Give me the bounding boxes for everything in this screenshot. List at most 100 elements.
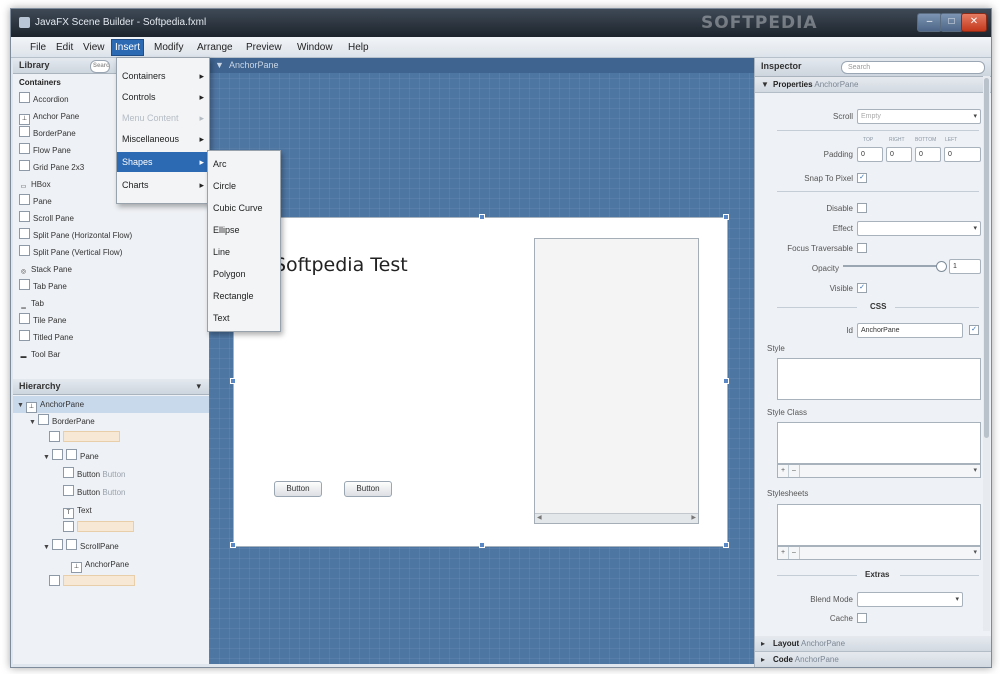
hierarchy-collapse-icon[interactable]: ▾ — [196, 379, 201, 394]
style-class-list[interactable] — [777, 422, 981, 464]
tree-row[interactable]: T Text — [63, 502, 92, 519]
expand-arrow-icon[interactable]: ▼ — [43, 539, 52, 556]
tree-row[interactable]: ▼ Pane — [43, 448, 99, 465]
library-item[interactable]: Tab Pane — [19, 278, 67, 295]
library-item[interactable]: Flow Pane — [19, 142, 71, 159]
add-stylesheet-button[interactable]: + — [778, 547, 789, 559]
menu-view[interactable]: View — [80, 40, 108, 55]
disable-checkbox[interactable] — [857, 203, 867, 213]
library-item[interactable]: BorderPane — [19, 125, 76, 142]
style-textarea[interactable] — [777, 358, 981, 400]
tree-row[interactable]: ▼ BorderPane — [29, 413, 95, 430]
library-item[interactable]: Scroll Pane — [19, 210, 74, 227]
resize-handle[interactable] — [723, 214, 729, 220]
resize-handle[interactable] — [479, 542, 485, 548]
library-item[interactable]: ▁ Tab — [19, 295, 44, 312]
menu-help[interactable]: Help — [345, 40, 372, 55]
remove-stylesheet-button[interactable]: – — [789, 547, 800, 559]
shape-item-line[interactable]: Line — [213, 241, 230, 263]
library-item[interactable]: ▬ Tool Bar — [19, 346, 61, 363]
menu-edit[interactable]: Edit — [53, 40, 76, 55]
menu-item-containers[interactable]: Containers ▸ — [117, 66, 209, 86]
menu-arrange[interactable]: Arrange — [194, 40, 236, 55]
library-item[interactable]: ◎ Stack Pane — [19, 261, 72, 278]
menu-item-miscellaneous[interactable]: Miscellaneous ▸ — [117, 129, 209, 149]
resize-handle[interactable] — [723, 542, 729, 548]
stylesheets-menu-icon[interactable]: ▾ — [973, 547, 977, 559]
add-style-class-button[interactable]: + — [778, 465, 789, 477]
library-search-input[interactable]: Search — [90, 60, 110, 73]
tree-row[interactable]: Button Button — [63, 466, 126, 483]
maximize-button[interactable]: □ — [940, 13, 963, 32]
library-item[interactable]: Tile Pane — [19, 312, 67, 329]
library-item[interactable]: ▭ HBox — [19, 176, 51, 193]
anchor-pane-root[interactable]: Softpedia Test Button Button ◀ ▶ — [233, 217, 728, 547]
style-class-menu-icon[interactable]: ▾ — [973, 465, 977, 477]
opacity-slider-track[interactable] — [843, 265, 941, 267]
shape-item-text[interactable]: Text — [213, 307, 230, 329]
id-input[interactable]: AnchorPane — [857, 323, 963, 338]
library-item[interactable]: Accordion — [19, 91, 69, 108]
shape-item-rectangle[interactable]: Rectangle — [213, 285, 254, 307]
inspector-scroll-thumb[interactable] — [984, 78, 989, 438]
softpedia-test-text[interactable]: Softpedia Test — [274, 254, 408, 276]
menu-insert[interactable]: Insert — [111, 39, 145, 56]
expand-arrow-icon[interactable]: ▼ — [43, 449, 52, 466]
tree-row[interactable]: ⊥ AnchorPane — [71, 556, 129, 573]
library-category-containers[interactable]: Containers — [19, 74, 61, 91]
shape-item-arc[interactable]: Arc — [213, 153, 227, 175]
section-collapsed-icon[interactable]: ▸ — [761, 636, 765, 651]
code-section-header[interactable]: ▸ Code AnchorPane — [755, 652, 991, 667]
tree-row[interactable]: ▼ ScrollPane — [43, 538, 119, 555]
remove-style-class-button[interactable]: – — [789, 465, 800, 477]
shape-item-ellipse[interactable]: Ellipse — [213, 219, 240, 241]
padding-left-input[interactable]: 0 — [944, 147, 981, 162]
menu-file[interactable]: File — [27, 40, 49, 55]
close-button[interactable]: ✕ — [961, 13, 987, 32]
tree-row[interactable] — [49, 430, 120, 447]
tree-row[interactable]: ▼ ⊥ AnchorPane — [17, 396, 84, 413]
menu-window[interactable]: Window — [294, 40, 336, 55]
menu-preview[interactable]: Preview — [243, 40, 285, 55]
properties-section-header[interactable]: ▼ Properties AnchorPane — [755, 77, 991, 93]
snap-to-pixel-checkbox[interactable]: ✓ — [857, 173, 867, 183]
padding-right-input[interactable]: 0 — [886, 147, 912, 162]
tree-row[interactable] — [63, 520, 134, 537]
library-item[interactable]: Titled Pane — [19, 329, 73, 346]
horizontal-scrollbar[interactable]: ◀ ▶ — [535, 513, 698, 523]
tree-row[interactable] — [49, 574, 135, 591]
blend-mode-select[interactable]: ▾ — [857, 592, 963, 607]
resize-handle[interactable] — [723, 378, 729, 384]
library-item[interactable]: Split Pane (Vertical Flow) — [19, 244, 122, 261]
library-item[interactable]: Split Pane (Horizontal Flow) — [19, 227, 132, 244]
opacity-slider-thumb[interactable] — [936, 261, 947, 272]
menu-modify[interactable]: Modify — [151, 40, 186, 55]
scroll-select[interactable]: Empty ▾ — [857, 109, 981, 124]
scroll-pane[interactable]: ◀ ▶ — [534, 238, 699, 524]
focus-traversable-checkbox[interactable] — [857, 243, 867, 253]
breadcrumb-arrow-icon[interactable]: ▼ — [215, 58, 224, 73]
design-canvas[interactable]: ▼ AnchorPane Softpedia Test Button Butto… — [209, 58, 754, 664]
effect-select[interactable]: ▾ — [857, 221, 981, 236]
resize-handle[interactable] — [230, 542, 236, 548]
expand-arrow-icon[interactable]: ▼ — [17, 397, 26, 414]
resize-handle[interactable] — [479, 214, 485, 220]
shape-item-cubic-curve[interactable]: Cubic Curve — [213, 197, 263, 219]
menu-item-shapes[interactable]: Shapes ▸ — [117, 152, 209, 172]
canvas-button-2[interactable]: Button — [344, 481, 392, 497]
library-item[interactable]: Pane — [19, 193, 52, 210]
shape-item-polygon[interactable]: Polygon — [213, 263, 246, 285]
scroll-left-icon[interactable]: ◀ — [537, 514, 542, 521]
menu-item-charts[interactable]: Charts ▸ — [117, 175, 209, 195]
padding-bottom-input[interactable]: 0 — [915, 147, 941, 162]
visible-checkbox[interactable]: ✓ — [857, 283, 867, 293]
inspector-scrollbar[interactable] — [983, 76, 990, 631]
layout-section-header[interactable]: ▸ Layout AnchorPane — [755, 636, 991, 652]
section-expand-icon[interactable]: ▼ — [761, 77, 769, 92]
id-check-icon[interactable]: ✓ — [969, 325, 979, 335]
resize-handle[interactable] — [230, 378, 236, 384]
library-item[interactable]: ⊥ Anchor Pane — [19, 108, 79, 125]
canvas-button-1[interactable]: Button — [274, 481, 322, 497]
breadcrumb-anchorpane[interactable]: AnchorPane — [229, 58, 279, 73]
opacity-input[interactable]: 1 — [949, 259, 981, 274]
